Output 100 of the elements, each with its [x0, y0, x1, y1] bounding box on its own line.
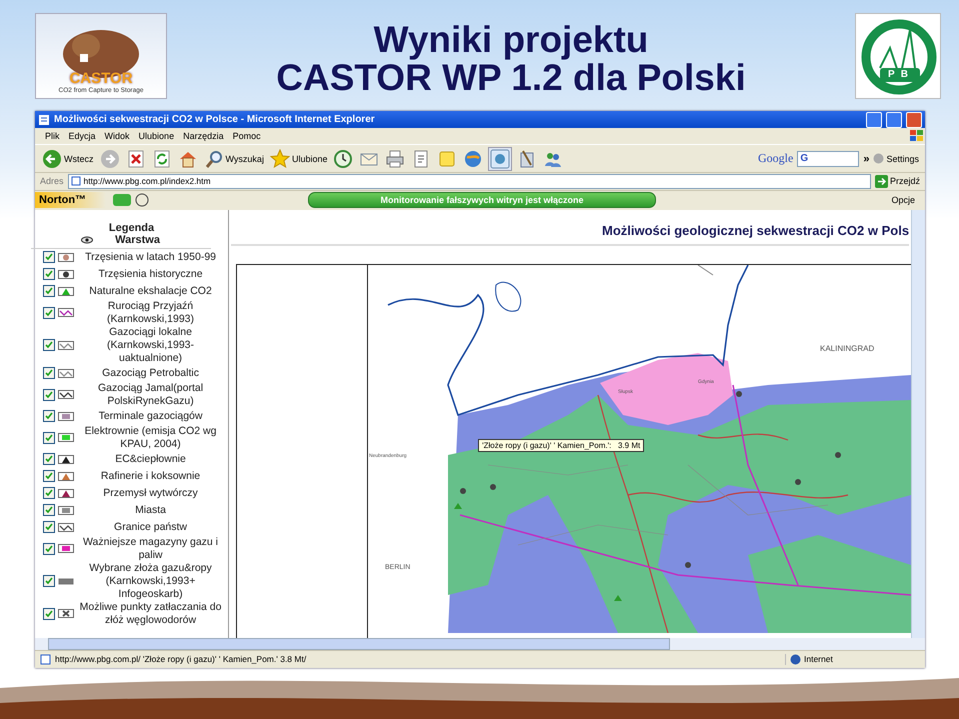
history-button[interactable]	[332, 148, 354, 170]
layer-checkbox[interactable]	[42, 521, 55, 534]
map-place-label: KALININGRAD	[820, 344, 874, 353]
refresh-icon	[152, 148, 172, 168]
layer-checkbox[interactable]	[42, 608, 55, 620]
search-button[interactable]: Wyszukaj	[202, 148, 265, 170]
legend-symbol-icon	[58, 286, 74, 296]
layer-checkbox[interactable]	[42, 306, 55, 319]
logo-letter: B	[900, 68, 908, 80]
legend-symbol-icon	[58, 390, 74, 400]
menu-item[interactable]: Plik	[45, 131, 60, 142]
search-field[interactable]: G	[797, 150, 860, 166]
layer-checkbox[interactable]	[42, 542, 55, 555]
maximize-button[interactable]	[886, 112, 902, 128]
layer-label: Gazociągi lokalne (Karnkowski,1993-uaktualnione)	[106, 326, 195, 365]
layer-checkbox[interactable]	[42, 268, 55, 280]
legend-symbol-icon	[58, 522, 74, 532]
minimize-button[interactable]	[866, 112, 882, 128]
layer-checkbox[interactable]	[42, 251, 55, 264]
layer-checkbox[interactable]	[42, 453, 55, 466]
layer-checkbox[interactable]	[42, 339, 55, 352]
column-header: Warstwa	[115, 234, 160, 246]
legend-symbol-icon	[58, 252, 74, 262]
layer-label: Wybrane złoża gazu&ropy (Karnkowski,1993+ Infogeoskarb)	[88, 562, 213, 601]
globe-icon	[463, 148, 484, 168]
layer-checkbox[interactable]	[42, 285, 55, 298]
go-button[interactable]: Przejdź	[874, 174, 920, 188]
favorites-button[interactable]: Ulubione	[268, 148, 328, 170]
slide-title: Wyniki projektu	[374, 20, 648, 58]
horizontal-scrollbar[interactable]	[35, 638, 925, 650]
print-button[interactable]	[384, 148, 406, 170]
page-icon	[38, 114, 50, 126]
layer-label: Możliwe punkty zatłaczania do złóż węglowodorów	[78, 600, 222, 627]
legend-symbol-icon	[58, 433, 74, 442]
layer-label: Granice państw	[113, 520, 188, 534]
legend-symbol-icon	[58, 340, 74, 350]
layer-label: Trzęsienia w latach 1950-99	[84, 250, 217, 264]
legend-symbol-icon	[58, 308, 74, 318]
page-icon	[40, 654, 51, 665]
layer-checkbox[interactable]	[42, 504, 55, 516]
layer-checkbox[interactable]	[42, 367, 55, 380]
legend-title: Legenda	[108, 222, 154, 234]
layer-label: Miasta	[134, 504, 167, 517]
zone-label: Internet	[804, 654, 833, 664]
globe-icon	[790, 654, 801, 665]
layer-checkbox[interactable]	[42, 487, 55, 500]
go-arrow-icon	[874, 174, 888, 188]
map-tooltip: 'Złoże ropy (i gazu)' ' Kamien_Pom.': 3.9 Mt	[478, 438, 644, 452]
menu-item[interactable]: Narzędzia	[183, 131, 224, 142]
slide-title: CASTOR WP 1.2 dla Polski	[276, 58, 746, 96]
windows-flag-icon	[909, 129, 925, 144]
logo-name: CASTOR	[69, 70, 133, 86]
clock-icon	[333, 148, 354, 168]
layer-checkbox[interactable]	[42, 388, 55, 401]
legend-symbol-icon	[58, 488, 74, 498]
legend-symbol-icon	[58, 270, 74, 279]
layer-checkbox[interactable]	[42, 410, 55, 422]
layer-label: Rafinerie i koksownie	[100, 470, 202, 483]
menu-item[interactable]: Ulubione	[138, 131, 174, 142]
layer-label: Trzęsienia historyczne	[97, 268, 204, 281]
printer-icon	[385, 148, 406, 168]
layer-label: Rurociąg Przyjaźń (Karnkowski,1993)	[106, 300, 195, 326]
legend-symbol-icon	[58, 544, 74, 554]
layer-label: Naturalne ekshalacje CO2	[88, 284, 213, 298]
close-button[interactable]	[906, 112, 922, 128]
map-title: Możliwości geologicznej sekwestracji CO2 w Pols	[602, 222, 910, 240]
layer-label: Gazociąg Jamal(portal PolskiRynekGazu)	[97, 382, 204, 408]
circle-icon	[873, 153, 884, 164]
menu-item[interactable]: Pomoc	[232, 131, 900, 142]
layer-checkbox[interactable]	[42, 575, 55, 588]
layer-label: EC&ciepłownie	[114, 452, 187, 466]
legend-symbol-icon	[58, 576, 74, 586]
layer-label: Elektrownie (emisja CO2 wg KPAU, 2004)	[84, 424, 218, 451]
layer-label: Terminale gazociągów	[98, 410, 204, 423]
options-menu[interactable]: Opcje	[891, 195, 915, 206]
back-button[interactable]: Wstecz	[41, 148, 95, 170]
research-button[interactable]	[488, 146, 512, 170]
norton-label: Norton™	[35, 192, 106, 208]
legend-symbol-icon	[58, 506, 74, 515]
eye-icon	[81, 236, 94, 244]
note-icon	[437, 148, 458, 168]
window-title: Możliwości sekwestracji CO2 w Polsce - Microsoft Internet Explorer	[54, 114, 376, 126]
layer-checkbox[interactable]	[42, 432, 55, 444]
status-text: http://www.pbg.com.pl/ 'Złoże ropy (i gazu)' ' Kamien_Pom.' 3.8 Mt/	[55, 654, 308, 664]
settings-button[interactable]: Settings	[873, 153, 919, 164]
stop-icon	[126, 148, 146, 168]
legend-symbol-icon	[58, 609, 74, 618]
legend-symbol-icon	[58, 368, 74, 378]
logo-letter: P	[888, 68, 895, 80]
vertical-scrollbar[interactable]	[911, 210, 925, 638]
layer-label: Gazociąg Petrobaltic	[101, 366, 200, 380]
menu-item[interactable]: Edycja	[68, 131, 96, 142]
layer-checkbox[interactable]	[42, 470, 55, 482]
address-field[interactable]: http://www.pbg.com.pl/index2.htm	[68, 174, 871, 189]
google-logo: Google	[758, 151, 794, 166]
address-label: Adres	[40, 176, 64, 186]
menu-item[interactable]: Widok	[104, 131, 130, 142]
more-button[interactable]: »	[863, 152, 870, 164]
layer-label: Ważniejsze magazyny gazu i paliw	[82, 536, 220, 562]
legend-symbol-icon	[58, 454, 74, 464]
